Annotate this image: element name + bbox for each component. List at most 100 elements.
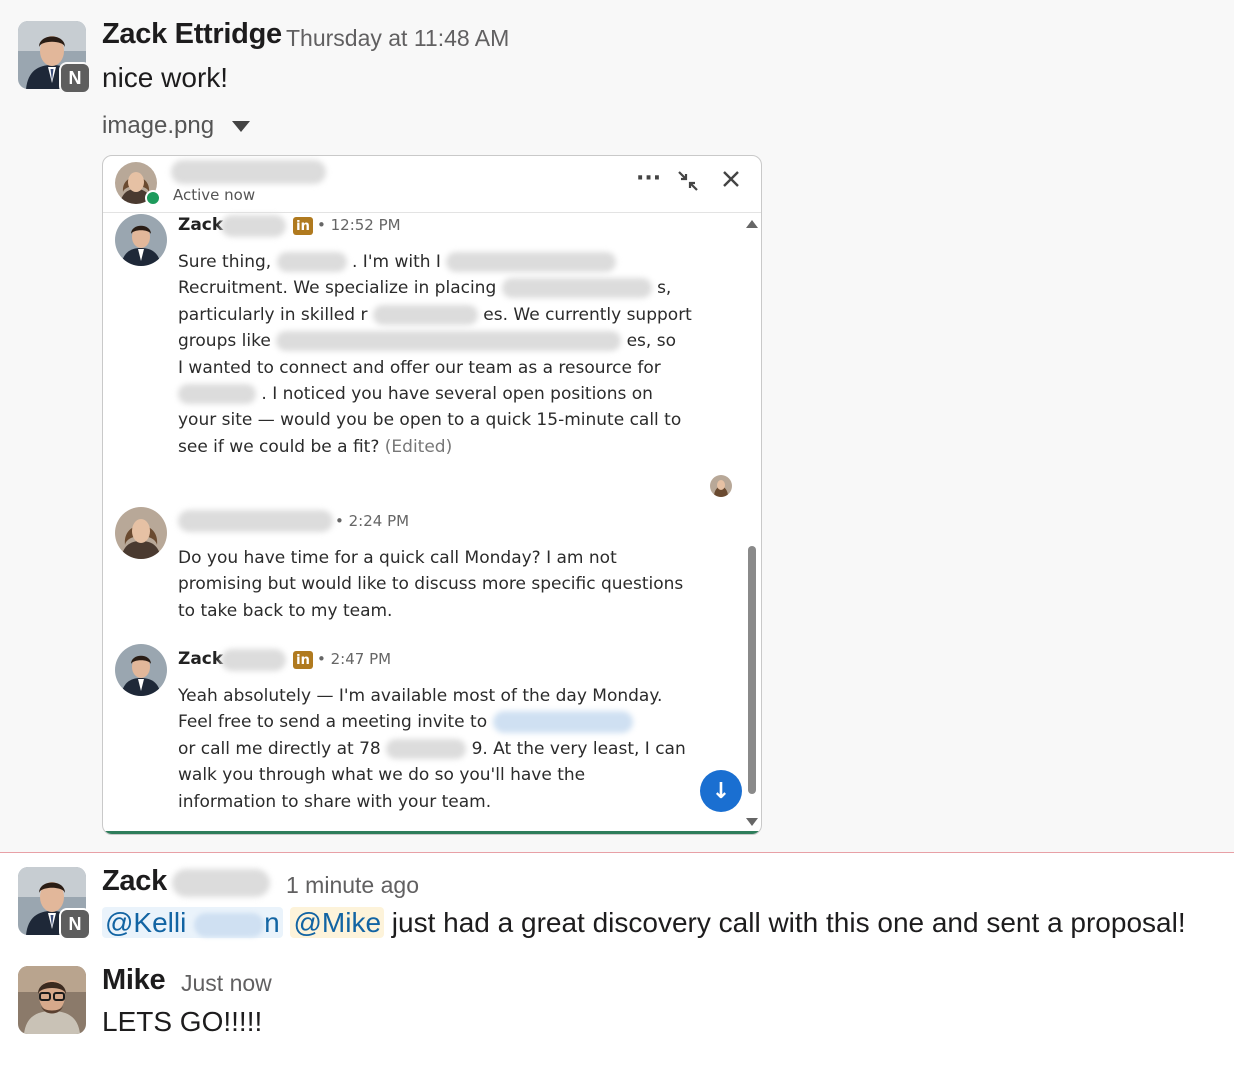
message-line: or call me directly at 78 9. At the very… xyxy=(178,736,686,762)
redacted-text xyxy=(276,252,347,272)
message-text: promising but would like to discuss more… xyxy=(178,574,684,595)
close-icon[interactable] xyxy=(720,168,742,195)
message-text: I wanted to connect and offer our team a… xyxy=(178,357,661,378)
message-text: Recruitment. We specialize in placing xyxy=(178,278,502,299)
message-text: Sure thing, xyxy=(178,252,277,272)
chat-header: Active now ··· xyxy=(103,156,761,213)
attached-image[interactable]: Active now ··· Zack in • 12:52 PM Sure t… xyxy=(102,155,762,835)
message-text-line: @Kelli n @Mike just had a great discover… xyxy=(102,907,1186,939)
message-text: Do you have time for a quick call Monday… xyxy=(178,548,617,568)
conversation-timestamp: • 2:47 PM xyxy=(317,650,392,668)
mention-label: n xyxy=(264,907,280,938)
mention-label: @Kelli xyxy=(105,907,187,938)
linkedin-icon: in xyxy=(293,651,313,669)
message-line: your site — would you be open to a quick… xyxy=(178,407,682,433)
message-text: Feel free to send a meeting invite to xyxy=(178,712,493,733)
redacted-text xyxy=(501,278,652,299)
message-text: . I'm with I xyxy=(352,252,441,272)
message-line: to take back to my team. xyxy=(178,598,678,624)
message-text: es. We currently support xyxy=(483,304,692,325)
message-line: see if we could be a fit? (Edited) xyxy=(178,434,678,460)
message-text: or call me directly at 78 xyxy=(178,738,381,759)
more-icon[interactable]: ··· xyxy=(636,168,661,190)
message-text: Yeah absolutely — I'm available most of … xyxy=(178,686,663,706)
attachment-filename[interactable]: image.png xyxy=(102,112,251,140)
message-text: nice work! xyxy=(102,62,229,93)
compose-area-edge xyxy=(103,831,761,834)
message-line: Feel free to send a meeting invite to xyxy=(178,709,678,735)
message-text: particularly in skilled r xyxy=(178,304,368,325)
minimize-icon[interactable] xyxy=(676,169,700,198)
caret-down-icon[interactable] xyxy=(232,120,251,132)
message-text: just had a great discovery call with thi… xyxy=(384,907,1186,938)
message-text: es, so xyxy=(626,331,676,352)
scrollbar-thumb[interactable] xyxy=(748,546,756,794)
status-badge: N xyxy=(59,62,91,94)
redacted-phone xyxy=(386,738,467,759)
redacted-text xyxy=(276,331,622,352)
sender-avatar xyxy=(115,214,167,266)
message-line: groups like es, so xyxy=(178,328,678,354)
message-timestamp[interactable]: Just now xyxy=(181,970,272,997)
status-badge: N xyxy=(59,908,91,940)
message-text: your site — would you be open to a quick… xyxy=(178,410,682,431)
message-line: particularly in skilled r es. We current… xyxy=(178,302,692,328)
conversation-timestamp: • 12:52 PM xyxy=(317,216,401,234)
jump-to-latest-button[interactable]: ↓ xyxy=(700,770,742,812)
redacted-email xyxy=(492,711,633,734)
sender-avatar xyxy=(115,507,167,559)
scroll-down-arrow-icon[interactable] xyxy=(746,818,758,826)
scroll-up-arrow-icon[interactable] xyxy=(746,220,758,228)
message-line: Do you have time for a quick call Monday… xyxy=(178,545,678,571)
redacted-text xyxy=(194,912,265,937)
redacted-text xyxy=(372,304,478,325)
new-messages-divider xyxy=(0,852,1234,853)
mention-kelli[interactable]: @Kelli n xyxy=(102,907,283,938)
message-text: . I noticed you have several open positi… xyxy=(261,383,653,404)
sender-name[interactable]: Zack Ettridge xyxy=(102,18,282,51)
redacted-contact-name xyxy=(171,160,326,184)
sender-name[interactable]: Zack xyxy=(102,865,167,898)
online-status-indicator xyxy=(145,190,161,206)
mention-mike[interactable]: @Mike xyxy=(290,907,385,938)
message-text: s, xyxy=(657,278,672,299)
message-line: information to share with your team. xyxy=(178,789,678,815)
message-line: Recruitment. We specialize in placing s, xyxy=(178,275,678,301)
arrow-down-icon: ↓ xyxy=(711,778,731,804)
conversation-sender-name: Zack xyxy=(178,649,224,669)
message-line: walk you through what we do so you'll ha… xyxy=(178,762,678,788)
conversation-message-body: Sure thing, . I'm with I Recruitment. We… xyxy=(178,249,692,460)
message-text: 9. At the very least, I can xyxy=(471,738,686,759)
message-timestamp[interactable]: 1 minute ago xyxy=(286,872,419,899)
redacted-text xyxy=(221,649,286,671)
redacted-text xyxy=(446,252,617,272)
redacted-text xyxy=(221,215,286,237)
avatar[interactable] xyxy=(18,966,86,1034)
message-text: groups like xyxy=(178,331,277,352)
edited-label: (Edited) xyxy=(384,436,453,457)
sender-name[interactable]: Mike xyxy=(102,964,166,997)
conversation-sender-name: Zack xyxy=(178,215,224,235)
conversation-message-body: Do you have time for a quick call Monday… xyxy=(178,545,683,624)
message-text: walk you through what we do so you'll ha… xyxy=(178,765,586,786)
message-line: promising but would like to discuss more… xyxy=(178,571,683,597)
attachment-filename-label: image.png xyxy=(102,112,215,139)
message-text: see if we could be a fit? xyxy=(178,436,385,457)
message-line: Sure thing, . I'm with I xyxy=(178,249,678,275)
message-line: . I noticed you have several open positi… xyxy=(178,381,678,407)
linkedin-icon: in xyxy=(293,217,313,235)
message-text: to take back to my team. xyxy=(178,600,393,621)
message-line: I wanted to connect and offer our team a… xyxy=(178,355,678,381)
message-line: Yeah absolutely — I'm available most of … xyxy=(178,683,678,709)
presence-status: Active now xyxy=(173,186,256,204)
message-timestamp[interactable]: Thursday at 11:48 AM xyxy=(286,25,509,52)
read-receipt-avatar xyxy=(710,475,732,497)
sender-avatar xyxy=(115,644,167,696)
redacted-contact-name xyxy=(178,510,333,532)
message-text: LETS GO!!!!! xyxy=(102,1006,263,1037)
redacted-text xyxy=(172,869,270,897)
message-text: information to share with your team. xyxy=(178,791,492,812)
redacted-text xyxy=(178,383,256,404)
conversation-message-body: Yeah absolutely — I'm available most of … xyxy=(178,683,686,815)
conversation-timestamp: • 2:24 PM xyxy=(335,512,410,530)
